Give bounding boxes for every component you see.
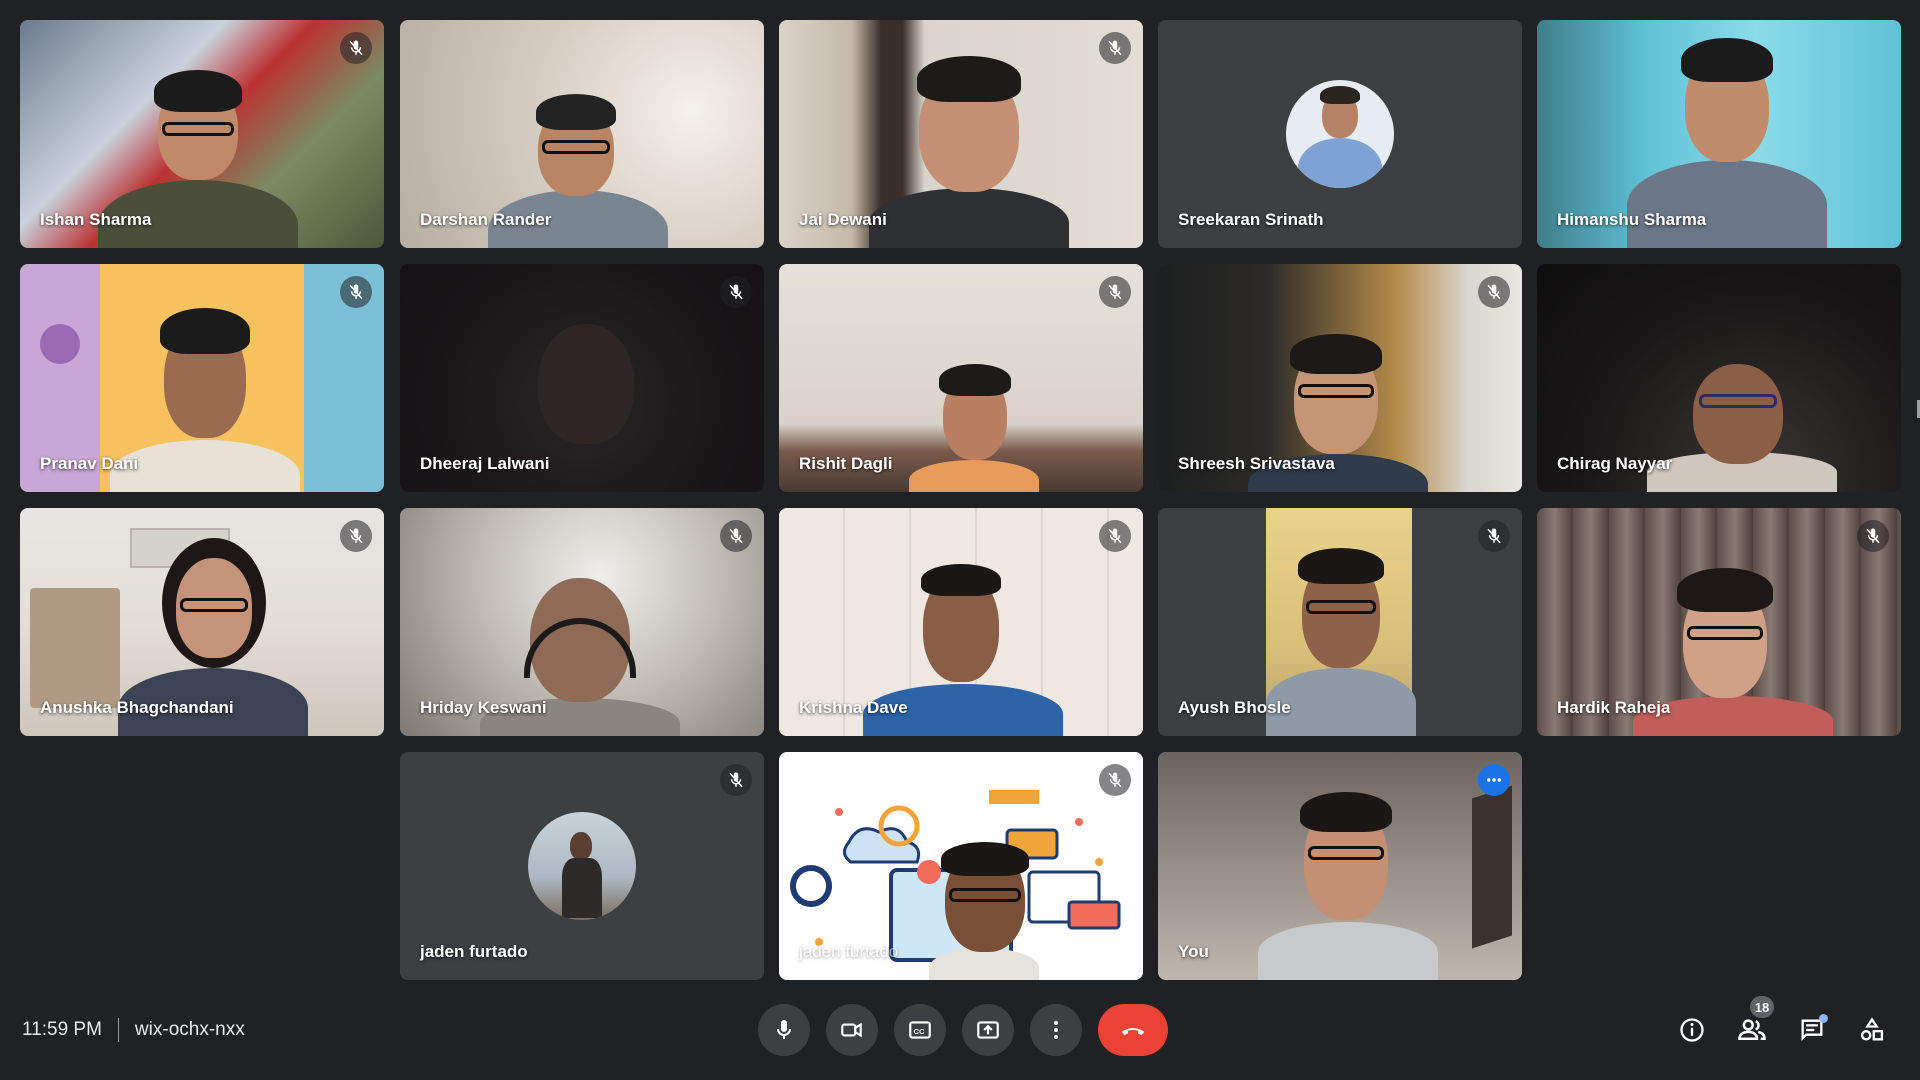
participant-tile[interactable]: jaden furtado xyxy=(400,752,764,980)
muted-mic-icon xyxy=(1857,520,1889,552)
participant-name: Chirag Nayyar xyxy=(1557,454,1673,473)
muted-mic-icon xyxy=(1099,32,1131,64)
participant-name: Hardik Raheja xyxy=(1557,698,1671,717)
participant-tile[interactable]: Pranav Dani xyxy=(20,264,384,492)
participant-name: Himanshu Sharma xyxy=(1557,210,1707,229)
divider xyxy=(117,1018,119,1042)
participant-tile[interactable]: Hardik Raheja xyxy=(1537,508,1901,736)
participant-name: Krishna Dave xyxy=(799,698,908,717)
participant-tile[interactable]: Darshan Rander xyxy=(400,20,764,248)
participant-tile[interactable]: Shreesh Srivastava xyxy=(1158,264,1522,492)
muted-mic-icon xyxy=(720,276,752,308)
participant-tile[interactable]: Sreekaran Srinath xyxy=(1158,20,1522,248)
participant-tile[interactable]: Chirag Nayyar xyxy=(1537,264,1901,492)
avatar xyxy=(528,812,636,920)
people-icon xyxy=(1738,1019,1766,1040)
people-button[interactable]: 18 xyxy=(1732,996,1774,1050)
activities-button[interactable] xyxy=(1852,1010,1892,1050)
bed-headboard xyxy=(30,588,120,708)
participant-tile[interactable]: Dheeraj Lalwani xyxy=(400,264,764,492)
leave-call-button[interactable] xyxy=(1098,1004,1168,1056)
camera-button[interactable] xyxy=(826,1004,878,1056)
activities-icon xyxy=(1860,1017,1884,1041)
participant-tile[interactable]: Hriday Keswani xyxy=(400,508,764,736)
camera-icon xyxy=(841,1022,862,1038)
clock-time: 11:59 PM xyxy=(22,1019,102,1040)
muted-mic-icon xyxy=(1099,764,1131,796)
participant-name: Anushka Bhagchandani xyxy=(40,698,234,717)
participant-grid: Ishan Sharma Darshan Rander Jai Dewani S… xyxy=(0,0,1920,990)
mic-button[interactable] xyxy=(758,1004,810,1056)
participant-name: jaden furtado xyxy=(420,942,528,961)
unread-indicator xyxy=(1819,1014,1828,1023)
shelf xyxy=(1472,785,1512,949)
captions-button[interactable]: CC xyxy=(894,1004,946,1056)
participant-tile[interactable]: Ayush Bhosle xyxy=(1158,508,1522,736)
side-panel-controls: 18 xyxy=(1672,996,1892,1050)
more-options-icon[interactable] xyxy=(1478,764,1510,796)
chat-button[interactable] xyxy=(1792,1010,1832,1050)
self-view-tile[interactable]: You xyxy=(1158,752,1522,980)
participant-tile[interactable]: Anushka Bhagchandani xyxy=(20,508,384,736)
avatar xyxy=(1286,80,1394,188)
meeting-info-button[interactable] xyxy=(1672,1010,1712,1050)
participant-tile[interactable]: Ishan Sharma xyxy=(20,20,384,248)
end-call-icon xyxy=(1121,1028,1145,1035)
muted-mic-icon xyxy=(340,276,372,308)
more-options-icon xyxy=(1054,1021,1058,1039)
muted-mic-icon xyxy=(1099,520,1131,552)
participant-name: Ayush Bhosle xyxy=(1178,698,1291,717)
svg-text:CC: CC xyxy=(914,1027,925,1036)
participant-name: Rishit Dagli xyxy=(799,454,893,473)
participant-name: Ishan Sharma xyxy=(40,210,152,229)
participant-count-badge: 18 xyxy=(1750,996,1774,1018)
participant-name: You xyxy=(1178,942,1209,961)
muted-mic-icon xyxy=(1099,276,1131,308)
bottom-toolbar: 11:59 PM wix-ochx-nxx CC 18 xyxy=(0,990,1920,1080)
info-icon xyxy=(1680,1018,1704,1042)
meeting-code: wix-ochx-nxx xyxy=(134,1019,245,1040)
participant-tile[interactable]: Krishna Dave xyxy=(779,508,1143,736)
participant-name: Shreesh Srivastava xyxy=(1178,454,1335,473)
muted-mic-icon xyxy=(340,32,372,64)
participant-name: Sreekaran Srinath xyxy=(1178,210,1324,229)
meeting-details: 11:59 PM wix-ochx-nxx xyxy=(22,1018,245,1042)
muted-mic-icon xyxy=(1478,276,1510,308)
muted-mic-icon xyxy=(720,764,752,796)
decor-circle xyxy=(40,324,80,364)
more-options-button[interactable] xyxy=(1030,1004,1082,1056)
muted-mic-icon xyxy=(720,520,752,552)
participant-name: Jai Dewani xyxy=(799,210,887,229)
participant-name: jaden furtado xyxy=(799,942,899,961)
participant-tile[interactable]: Himanshu Sharma xyxy=(1537,20,1901,248)
muted-mic-icon xyxy=(1478,520,1510,552)
participant-name: Hriday Keswani xyxy=(420,698,547,717)
participant-tile[interactable]: jaden furtado xyxy=(779,752,1143,980)
participant-name: Pranav Dani xyxy=(40,454,139,473)
participant-tile[interactable]: Jai Dewani xyxy=(779,20,1143,248)
muted-mic-icon xyxy=(340,520,372,552)
mic-icon xyxy=(777,1020,791,1039)
present-screen-icon xyxy=(977,1021,999,1039)
participant-name: Dheeraj Lalwani xyxy=(420,454,550,473)
participant-name: Darshan Rander xyxy=(420,210,552,229)
captions-icon: CC xyxy=(909,1021,931,1039)
call-controls: CC xyxy=(758,1004,1168,1056)
participant-tile[interactable]: Rishit Dagli xyxy=(779,264,1143,492)
present-screen-button[interactable] xyxy=(962,1004,1014,1056)
